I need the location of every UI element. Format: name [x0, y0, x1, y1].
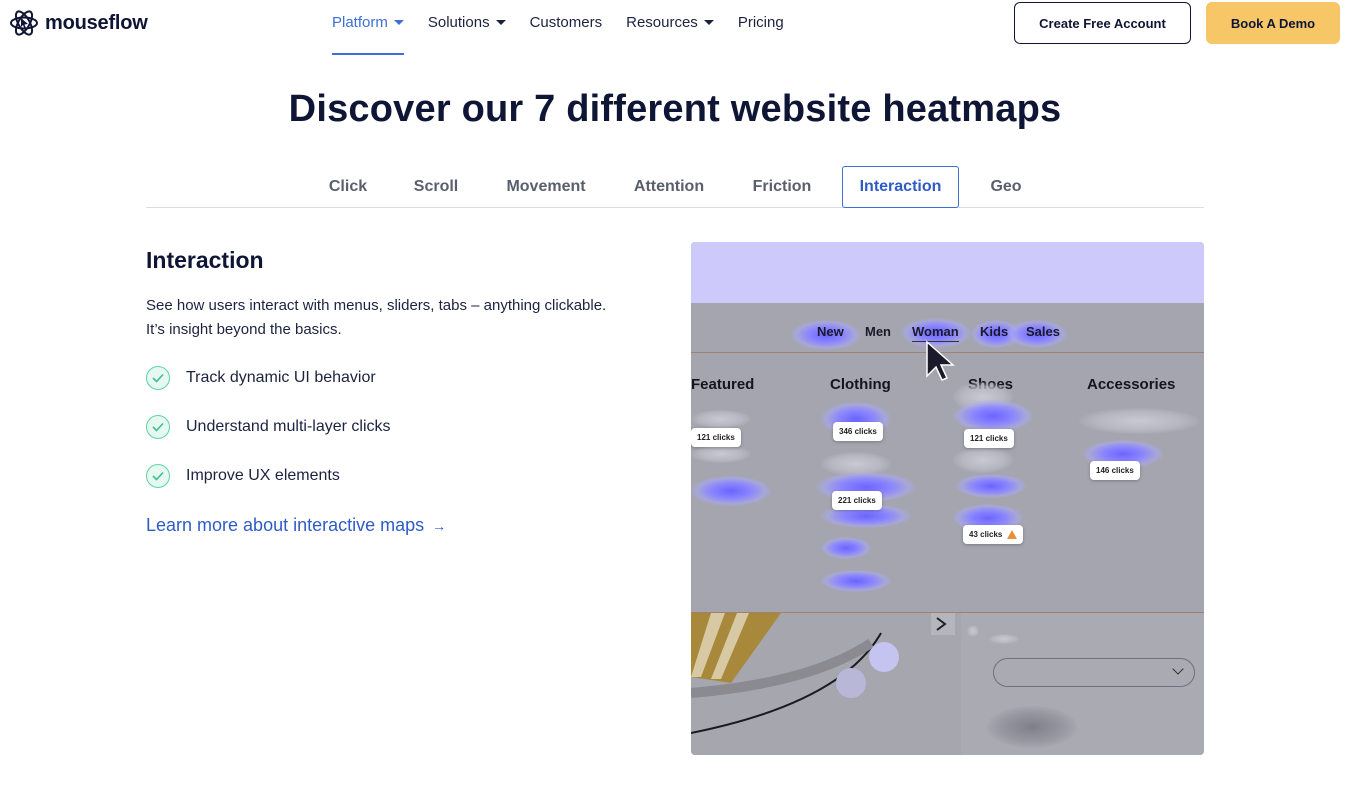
heatmap-nav-men: Men — [865, 324, 891, 339]
nav-pricing[interactable]: Pricing — [738, 0, 784, 45]
feature-label: Improve UX elements — [186, 467, 340, 484]
heat-blob — [956, 474, 1026, 498]
arrow-right-icon: → — [432, 517, 447, 534]
section-description: See how users interact with menus, slide… — [146, 294, 666, 342]
interaction-heatmap-image: New Men Woman Kids Sales Featured Clothi… — [691, 242, 1204, 755]
feature-item: Track dynamic UI behavior — [146, 366, 376, 390]
section-title: Interaction — [146, 247, 264, 273]
tab-interaction[interactable]: Interaction — [842, 166, 959, 208]
blurred-dot — [967, 625, 979, 637]
blurred-label — [989, 634, 1019, 644]
check-icon — [146, 415, 170, 439]
main-nav: Platform Solutions Customers Resources P… — [332, 0, 808, 56]
heatmap-top-band — [691, 242, 1204, 303]
heatmap-col-accessories: Accessories — [1087, 376, 1176, 393]
blurred-button — [987, 706, 1077, 748]
feature-item: Understand multi-layer clicks — [146, 415, 391, 439]
click-count-badge: 146 clicks — [1090, 461, 1140, 480]
nav-solutions[interactable]: Solutions — [428, 0, 506, 45]
nav-customers[interactable]: Customers — [530, 0, 603, 45]
click-count-badge: 221 clicks — [832, 491, 882, 510]
feature-label: Track dynamic UI behavior — [186, 369, 376, 386]
blurred-link — [691, 410, 751, 428]
click-count-badge: 346 clicks — [833, 422, 883, 441]
create-free-account-button[interactable]: Create Free Account — [1014, 2, 1191, 44]
click-count-label: 43 clicks — [969, 530, 1003, 539]
feature-label: Understand multi-layer clicks — [186, 418, 391, 435]
heat-blob — [691, 476, 771, 506]
logo[interactable]: mouseflow — [9, 8, 148, 38]
tab-scroll[interactable]: Scroll — [402, 166, 470, 208]
nav-resources[interactable]: Resources — [626, 0, 714, 45]
site-header: mouseflow Platform Solutions Customers R… — [0, 0, 1350, 56]
tab-attention[interactable]: Attention — [622, 166, 716, 208]
learn-more-label: Learn more about interactive maps — [146, 515, 425, 535]
tab-friction[interactable]: Friction — [736, 166, 828, 208]
heat-blob — [821, 570, 891, 592]
chevron-down-icon — [495, 20, 506, 25]
blurred-link — [691, 445, 751, 463]
tab-click[interactable]: Click — [314, 166, 382, 208]
heat-blob — [953, 400, 1033, 432]
chevron-down-icon — [1172, 663, 1184, 675]
tab-geo[interactable]: Geo — [972, 166, 1040, 208]
check-icon — [146, 464, 170, 488]
mouseflow-logo-icon — [10, 10, 38, 36]
tab-movement[interactable]: Movement — [490, 166, 602, 208]
heatmap-nav-kids: Kids — [980, 324, 1009, 339]
heatmap-nav-sales: Sales — [1026, 324, 1060, 339]
heatmap-col-featured: Featured — [691, 376, 755, 393]
mouse-cursor-icon — [926, 340, 955, 381]
feature-item: Improve UX elements — [146, 464, 340, 488]
warning-icon — [1007, 530, 1018, 539]
nav-solutions-label: Solutions — [427, 14, 490, 31]
chevron-down-icon — [703, 20, 714, 25]
chevron-down-icon — [393, 20, 404, 25]
nav-platform[interactable]: Platform — [332, 0, 404, 55]
click-count-badge: 121 clicks — [964, 429, 1014, 448]
section-description-line-1: See how users interact with menus, slide… — [146, 297, 607, 314]
heatmap-nav-new: New — [817, 324, 844, 339]
heat-blob — [821, 537, 871, 559]
nav-pricing-label: Pricing — [737, 14, 784, 31]
section-description-line-2: It’s insight beyond the basics. — [146, 321, 342, 338]
blurred-link — [953, 447, 1013, 473]
nav-platform-label: Platform — [332, 14, 388, 31]
shoe-image — [691, 613, 955, 734]
size-dropdown — [993, 658, 1195, 687]
page-title: Discover our 7 different website heatmap… — [288, 88, 1062, 130]
product-image-area — [691, 613, 961, 755]
click-count-badge: 43 clicks — [963, 525, 1024, 544]
book-demo-button[interactable]: Book A Demo — [1206, 2, 1340, 44]
heatmap-col-clothing: Clothing — [830, 376, 891, 393]
click-count-badge: 121 clicks — [691, 428, 741, 447]
heatmap-tabs: Click Scroll Movement Attention Friction… — [146, 166, 1204, 208]
check-icon — [146, 366, 170, 390]
nav-customers-label: Customers — [529, 14, 603, 31]
nav-resources-label: Resources — [626, 14, 698, 31]
blurred-link — [1079, 408, 1199, 434]
logo-text: mouseflow — [45, 11, 148, 34]
learn-more-link[interactable]: Learn more about interactive maps → — [146, 515, 446, 536]
